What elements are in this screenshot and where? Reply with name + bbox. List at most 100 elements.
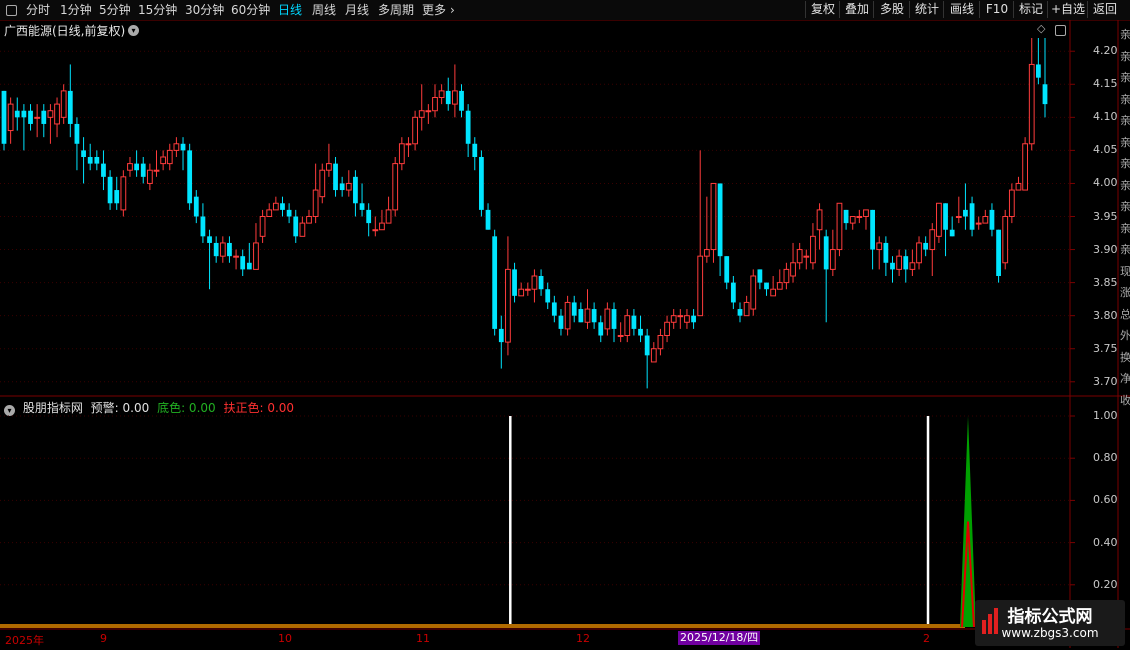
candle-body: [611, 309, 617, 329]
candle-body: [770, 288, 777, 297]
candle-body: [366, 209, 372, 224]
candle-body: [896, 255, 903, 270]
candle-body: [180, 143, 186, 151]
watermark-logo: 指标公式网 www.zbgs3.com: [975, 600, 1125, 646]
candle-body: [697, 255, 704, 317]
candle-body: [280, 203, 285, 210]
candle-body: [790, 262, 796, 277]
candle-body: [989, 209, 995, 230]
candle-body: [266, 209, 273, 217]
candle-body: [631, 315, 637, 329]
y-tick-label: 4.05: [1093, 143, 1118, 157]
candle-body: [293, 216, 299, 237]
candle-body: [379, 222, 385, 231]
candle-body: [836, 202, 843, 251]
right-panel-label: 亲: [1120, 178, 1130, 192]
candle-body: [975, 222, 982, 225]
candle-body: [737, 309, 743, 316]
candle-body: [684, 315, 690, 323]
candle-body: [60, 90, 67, 118]
candle-body: [1, 90, 7, 144]
candle-body: [524, 288, 531, 291]
candle-body: [101, 163, 106, 177]
candle-body: [982, 216, 989, 224]
right-panel-label: 收: [1120, 393, 1130, 407]
candle-body: [193, 196, 199, 217]
candle-body: [286, 209, 292, 217]
right-panel-label: 亲: [1120, 200, 1130, 213]
candle-body: [498, 328, 504, 343]
candle-body: [253, 242, 259, 270]
right-panel-label: 亲: [1120, 221, 1130, 235]
candle-body: [1015, 182, 1022, 191]
date-label-oct: 10: [278, 632, 292, 645]
candle-body: [94, 157, 100, 164]
candle-body: [856, 216, 863, 218]
candle-body: [849, 216, 856, 224]
candle-body: [650, 348, 657, 363]
candle-body: [398, 143, 405, 165]
right-panel-label: 亲: [1120, 92, 1130, 106]
candle-body: [604, 308, 611, 330]
candle-body: [114, 190, 120, 204]
candle-body: [246, 262, 252, 270]
candle-body: [372, 229, 379, 232]
candle-body: [173, 143, 180, 151]
candle-body: [353, 176, 358, 204]
candle-body: [1042, 84, 1048, 105]
candle-body: [996, 229, 1001, 276]
candle-body: [863, 209, 869, 217]
candle-body: [345, 182, 352, 191]
candle-body: [717, 183, 723, 257]
candle-body: [883, 242, 889, 263]
y-tick-label: 3.95: [1093, 209, 1118, 223]
right-panel-label: 亲: [1120, 71, 1130, 84]
candle-body: [743, 301, 750, 317]
candle-body: [200, 216, 206, 237]
candle-body: [903, 256, 909, 270]
candle-body: [54, 103, 60, 125]
candle-body: [107, 176, 113, 204]
candle-body: [691, 315, 696, 323]
candle-body: [259, 216, 266, 237]
candle-body: [492, 236, 498, 329]
candle-body: [479, 157, 484, 210]
date-label-feb: 2: [923, 632, 930, 645]
candle-body: [757, 269, 763, 283]
candle-body: [890, 262, 895, 270]
candle-body: [551, 302, 557, 316]
y-tick-label: 3.70: [1093, 374, 1118, 388]
candle-body: [591, 309, 597, 323]
kline-chart[interactable]: [0, 0, 1130, 650]
candle-body: [670, 315, 677, 323]
candle-body: [617, 335, 624, 337]
candle-body: [432, 97, 438, 112]
candle-body: [120, 176, 127, 211]
candle-body: [923, 242, 929, 250]
candle-body: [677, 315, 684, 318]
candle-body: [823, 236, 829, 270]
indicator-y-tick-label: 0.80: [1093, 451, 1118, 465]
candle-body: [505, 268, 511, 343]
candle-body: [949, 229, 955, 237]
candle-body: [485, 209, 491, 230]
candle-body: [764, 282, 769, 290]
right-panel-label: 亲: [1120, 243, 1130, 256]
candle-body: [166, 149, 173, 165]
right-panel-label: 亲: [1120, 135, 1130, 149]
candle-body: [703, 249, 710, 257]
right-panel-label: 总: [1120, 307, 1130, 321]
candle-body: [14, 110, 20, 118]
candle-body: [664, 321, 670, 336]
candle-body: [87, 157, 93, 164]
crosshair-date: 2025/12/18/四: [678, 631, 761, 645]
candle-body: [955, 216, 962, 218]
candle-body: [306, 216, 312, 224]
candle-body: [160, 156, 167, 165]
candle-body: [870, 209, 875, 250]
candle-body: [233, 255, 239, 258]
date-label-2025: 2025年: [5, 634, 44, 647]
candle-body: [564, 301, 571, 330]
y-tick-label: 4.10: [1093, 110, 1118, 124]
candle-body: [783, 268, 790, 284]
